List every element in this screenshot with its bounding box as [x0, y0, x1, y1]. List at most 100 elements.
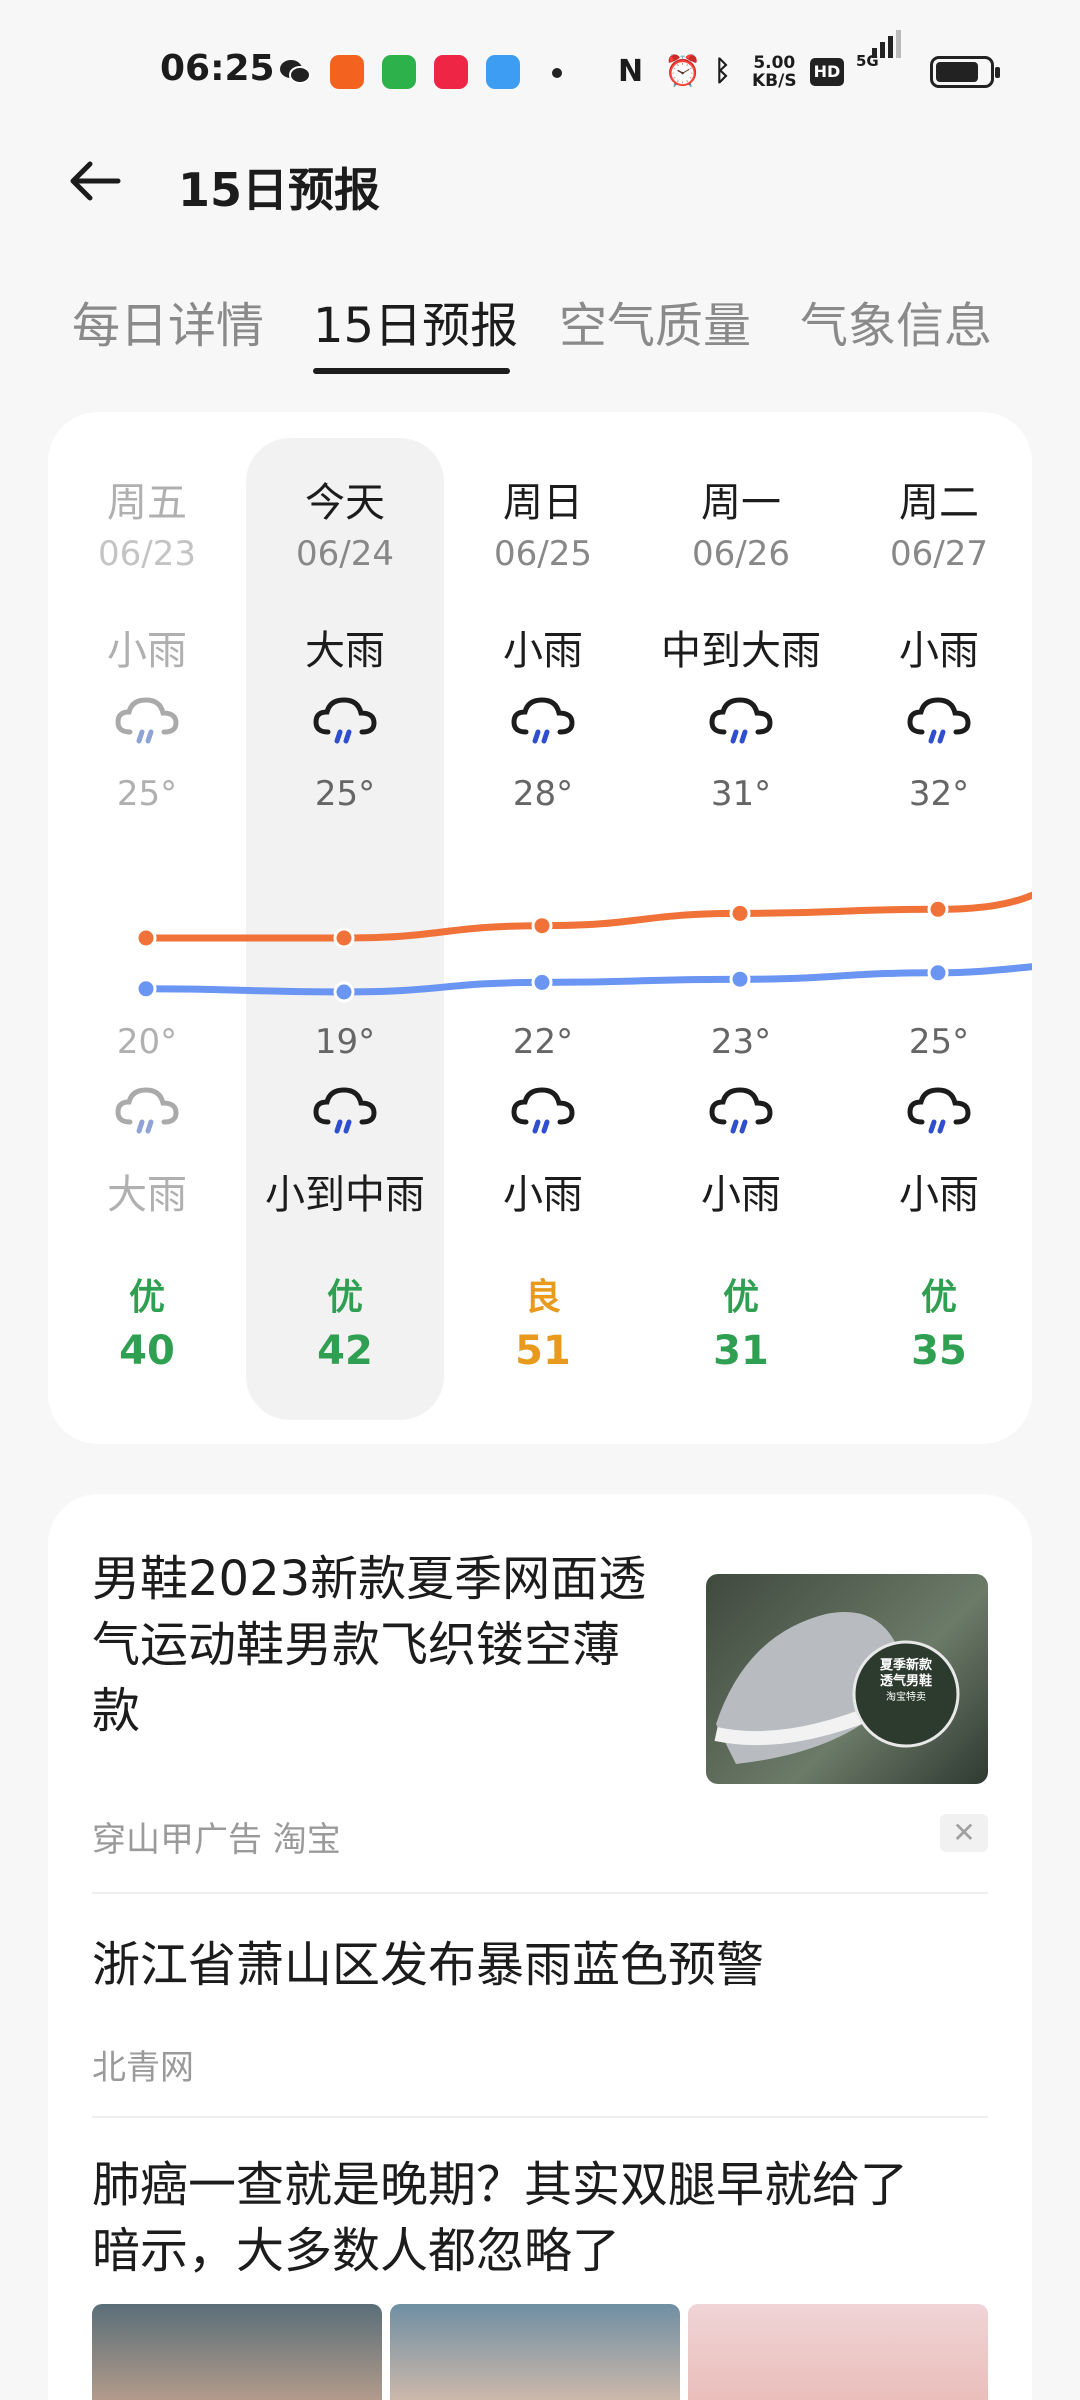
low-temp-point [135, 978, 157, 1000]
divider [92, 2116, 988, 2118]
rain-cloud-icon [112, 1082, 182, 1142]
ad-source: 穿山甲广告 淘宝 [92, 1820, 341, 1860]
news-thumbnail[interactable] [92, 2304, 382, 2400]
date-label: 06/26 [692, 534, 790, 574]
aqi-value: 35 [911, 1328, 967, 1374]
low-temp-point [333, 981, 355, 1003]
high-temp-point [135, 927, 157, 949]
back-arrow-icon[interactable] [64, 150, 126, 212]
alarm-icon: ⏰ [664, 54, 702, 89]
rain-cloud-icon [508, 692, 578, 752]
aqi-value: 42 [317, 1328, 373, 1374]
rain-cloud-icon [310, 1082, 380, 1142]
day-condition: 小雨 [107, 628, 187, 674]
more-notifications-dot [552, 68, 562, 78]
aqi-value: 31 [713, 1328, 769, 1374]
low-temp-line [142, 963, 1032, 996]
battery-icon [930, 56, 1000, 88]
news-title[interactable]: 浙江省萧山区发布暴雨蓝色预警 [92, 1932, 764, 1998]
night-condition: 小雨 [701, 1172, 781, 1218]
network-speed-value: 5.00 [753, 53, 796, 73]
tab-daily-details[interactable]: 每日详情 [72, 286, 264, 356]
day-label: 周五 [107, 480, 187, 526]
active-tab-indicator [313, 368, 510, 374]
aqi-level: 优 [920, 1277, 957, 1318]
bluetooth-icon: ᛒ [714, 54, 731, 87]
news-thumbnail[interactable] [688, 2304, 988, 2400]
divider [92, 1892, 988, 1894]
high-temp: 31° [710, 774, 772, 814]
ad-title-line: 男鞋2023新款夏季网面透 [92, 1551, 647, 1607]
xiaohongshu-icon [434, 55, 468, 89]
night-condition: 大雨 [107, 1172, 187, 1218]
low-temp-point [729, 968, 751, 990]
ad-title-line: 气运动鞋男款飞织镂空薄 [92, 1617, 621, 1673]
news-title[interactable]: 肺癌一查就是晚期？其实双腿早就给了 暗示，大多数人都忽略了 [92, 2152, 908, 2284]
nfc-icon: N [618, 54, 644, 89]
kuaishou-icon [330, 55, 364, 89]
rain-cloud-icon [904, 692, 974, 752]
tab-weather-info[interactable]: 气象信息 [800, 286, 992, 356]
aqi-value: 51 [515, 1328, 571, 1374]
ad-title-line: 款 [92, 1683, 141, 1739]
high-temp-point [729, 902, 751, 924]
ad-image-text: 淘宝特卖 [886, 1692, 926, 1703]
news-thumbnail[interactable] [390, 2304, 680, 2400]
night-condition: 小雨 [503, 1172, 583, 1218]
status-time: 06:25 [160, 48, 275, 89]
day-label: 今天 [305, 480, 385, 526]
wechat-mini-icon [382, 55, 416, 89]
rain-cloud-icon [508, 1082, 578, 1142]
day-condition: 中到大雨 [661, 628, 821, 674]
network-speed: 5.00 KB/S [752, 54, 797, 90]
ad-title[interactable]: 男鞋2023新款夏季网面透 气运动鞋男款飞织镂空薄 款 [92, 1546, 646, 1744]
night-condition: 小到中雨 [265, 1172, 425, 1218]
day-condition: 小雨 [899, 628, 979, 674]
rain-cloud-icon [112, 692, 182, 752]
night-condition: 小雨 [899, 1172, 979, 1218]
low-temp-point [531, 971, 553, 993]
news-title-line: 肺癌一查就是晚期？其实双腿早就给了 [92, 2157, 909, 2213]
ad-image-text: 透气男鞋 [879, 1674, 932, 1689]
aqi-level: 良 [524, 1277, 561, 1318]
news-title-line: 暗示，大多数人都忽略了 [92, 2223, 621, 2279]
high-temp: 28° [512, 774, 574, 814]
day-condition: 大雨 [305, 628, 385, 674]
temperature-chart [135, 891, 1032, 1003]
high-temp: 25° [116, 774, 178, 814]
page-title: 15日预报 [178, 163, 381, 217]
date-label: 06/23 [98, 534, 196, 574]
aqi-level: 优 [128, 1277, 165, 1318]
date-label: 06/27 [890, 534, 988, 574]
rain-cloud-icon [310, 692, 380, 752]
tab-bar: 每日详情 15日预报 空气质量 气象信息 [72, 286, 1080, 376]
rain-cloud-icon [706, 692, 776, 752]
news-source: 北青网 [92, 2048, 194, 2088]
rain-cloud-icon [706, 1082, 776, 1142]
low-temp-point [927, 962, 949, 984]
close-ad-icon[interactable]: ✕ [940, 1814, 988, 1852]
date-label: 06/25 [494, 534, 592, 574]
high-temp: 25° [314, 774, 376, 814]
weather-icon [486, 55, 520, 89]
aqi-level: 优 [722, 1277, 759, 1318]
day-condition: 小雨 [503, 628, 583, 674]
day-label: 周二 [899, 480, 979, 526]
day-label: 周日 [503, 480, 583, 526]
aqi-level: 优 [326, 1277, 363, 1318]
high-temp-point [333, 927, 355, 949]
tab-air-quality[interactable]: 空气质量 [559, 286, 751, 356]
aqi-value: 40 [119, 1328, 175, 1374]
high-temp-point [927, 898, 949, 920]
high-temp-point [531, 915, 553, 937]
day-label: 周一 [701, 480, 781, 526]
tab-15-day-forecast[interactable]: 15日预报 [313, 286, 518, 356]
hd-badge: HD [810, 58, 844, 86]
network-speed-unit: KB/S [752, 71, 797, 91]
ad-image-text: 夏季新款 [879, 1658, 932, 1673]
rain-cloud-icon [904, 1082, 974, 1142]
high-temp-line [142, 891, 1032, 942]
ad-image[interactable]: 夏季新款 透气男鞋 淘宝特卖 [706, 1574, 988, 1784]
wechat-icon [278, 55, 312, 89]
status-bar: 06:25 N ⏰ ᛒ 5.00 KB/S HD 5G [0, 30, 1080, 102]
